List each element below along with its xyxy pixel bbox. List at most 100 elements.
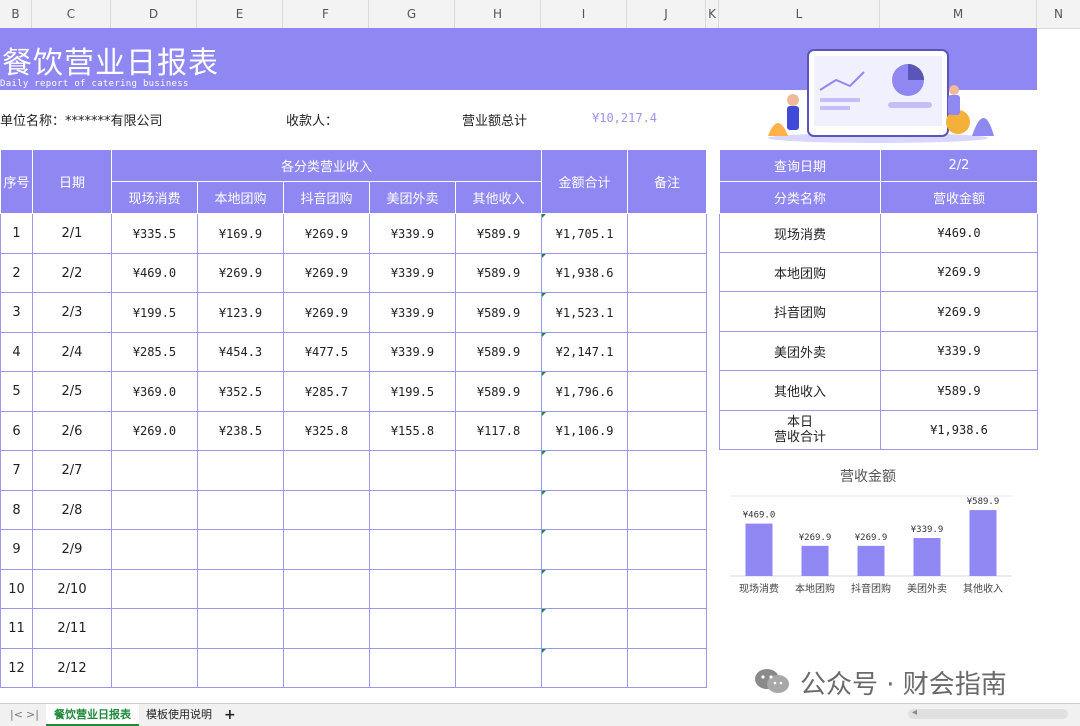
header-douyin-groupbuy[interactable]: 抖音团购: [283, 181, 370, 214]
row-category-value[interactable]: ¥285.5: [111, 332, 198, 372]
row-category-value[interactable]: ¥269.9: [283, 253, 370, 293]
col-header-l[interactable]: L: [719, 0, 880, 28]
row-category-value[interactable]: ¥117.8: [454, 411, 543, 451]
row-note[interactable]: [627, 529, 708, 570]
row-date[interactable]: 2/4: [32, 332, 112, 372]
row-index[interactable]: 10: [0, 569, 33, 609]
header-meituan-delivery[interactable]: 美团外卖: [369, 181, 456, 214]
row-date[interactable]: 2/10: [32, 569, 112, 609]
row-date[interactable]: 2/1: [32, 213, 112, 254]
chart-bar[interactable]: [857, 545, 885, 576]
row-category-value[interactable]: [454, 608, 543, 649]
header-other-income[interactable]: 其他收入: [454, 181, 543, 214]
row-index[interactable]: 2: [0, 253, 33, 293]
row-category-value[interactable]: [111, 529, 198, 570]
summary-category-name[interactable]: 本地团购: [719, 252, 881, 292]
row-category-value[interactable]: ¥155.8: [369, 411, 456, 451]
row-date[interactable]: 2/12: [32, 648, 112, 688]
row-index[interactable]: 6: [0, 411, 33, 451]
row-index[interactable]: 7: [0, 450, 33, 491]
row-amount-total[interactable]: [541, 648, 629, 688]
row-category-value[interactable]: ¥369.0: [111, 371, 198, 412]
row-category-value[interactable]: ¥589.9: [454, 253, 543, 293]
row-category-value[interactable]: [197, 490, 284, 530]
row-index[interactable]: 3: [0, 292, 33, 333]
row-category-value[interactable]: ¥199.5: [369, 371, 456, 412]
row-category-value[interactable]: [454, 648, 543, 688]
row-category-value[interactable]: [454, 450, 543, 491]
header-amount-total[interactable]: 金额合计: [541, 149, 629, 214]
row-category-value[interactable]: [197, 569, 284, 609]
col-header-k[interactable]: K: [706, 0, 719, 28]
row-amount-total[interactable]: [541, 608, 629, 649]
row-category-value[interactable]: ¥339.9: [369, 253, 456, 293]
sheet-tab-template-instructions[interactable]: 模板使用说明: [138, 704, 220, 726]
row-date[interactable]: 2/2: [32, 253, 112, 293]
query-date-value[interactable]: 2/2: [880, 149, 1038, 182]
col-header-b[interactable]: B: [0, 0, 32, 28]
row-category-value[interactable]: [369, 529, 456, 570]
col-header-j[interactable]: J: [627, 0, 706, 28]
row-category-value[interactable]: [111, 450, 198, 491]
header-index[interactable]: 序号: [0, 149, 33, 214]
summary-header-category[interactable]: 分类名称: [719, 181, 881, 214]
summary-header-amount[interactable]: 营收金额: [880, 181, 1038, 214]
row-category-value[interactable]: [369, 648, 456, 688]
row-category-value[interactable]: ¥269.9: [283, 292, 370, 333]
row-category-value[interactable]: [283, 608, 370, 649]
row-note[interactable]: [627, 411, 708, 451]
row-amount-total[interactable]: ¥1,523.1: [541, 292, 629, 333]
header-local-groupbuy[interactable]: 本地团购: [197, 181, 284, 214]
row-note[interactable]: [627, 371, 708, 412]
summary-category-amount[interactable]: ¥589.9: [880, 370, 1038, 411]
row-amount-total[interactable]: [541, 529, 629, 570]
row-amount-total[interactable]: ¥1,106.9: [541, 411, 629, 451]
summary-category-name[interactable]: 其他收入: [719, 370, 881, 411]
row-note[interactable]: [627, 213, 708, 254]
row-category-value[interactable]: [283, 529, 370, 570]
row-category-value[interactable]: ¥269.0: [111, 411, 198, 451]
summary-category-name[interactable]: 现场消费: [719, 213, 881, 253]
row-category-value[interactable]: [283, 490, 370, 530]
row-amount-total[interactable]: ¥1,705.1: [541, 213, 629, 254]
col-header-g[interactable]: G: [369, 0, 455, 28]
row-amount-total[interactable]: ¥2,147.1: [541, 332, 629, 372]
summary-total-amount[interactable]: ¥1,938.6: [880, 410, 1038, 450]
scroll-left-icon[interactable]: ◂: [912, 707, 917, 718]
chart-bar[interactable]: [801, 545, 829, 576]
col-header-e[interactable]: E: [197, 0, 283, 28]
row-index[interactable]: 11: [0, 608, 33, 649]
row-date[interactable]: 2/6: [32, 411, 112, 451]
row-category-value[interactable]: [111, 608, 198, 649]
row-date[interactable]: 2/9: [32, 529, 112, 570]
summary-category-amount[interactable]: ¥469.0: [880, 213, 1038, 253]
row-category-value[interactable]: ¥589.9: [454, 371, 543, 412]
row-category-value[interactable]: [111, 490, 198, 530]
last-sheet-nav-icon[interactable]: >|: [18, 704, 47, 726]
row-index[interactable]: 5: [0, 371, 33, 412]
summary-total-label[interactable]: 本日 营收合计: [719, 410, 881, 450]
row-index[interactable]: 12: [0, 648, 33, 688]
row-note[interactable]: [627, 253, 708, 293]
row-date[interactable]: 2/7: [32, 450, 112, 491]
row-amount-total[interactable]: [541, 490, 629, 530]
row-category-value[interactable]: ¥339.9: [369, 332, 456, 372]
row-category-value[interactable]: ¥339.9: [369, 213, 456, 254]
row-category-value[interactable]: ¥238.5: [197, 411, 284, 451]
add-sheet-button[interactable]: +: [216, 704, 244, 726]
col-header-c[interactable]: C: [32, 0, 111, 28]
row-note[interactable]: [627, 292, 708, 333]
row-category-value[interactable]: [283, 569, 370, 609]
row-category-value[interactable]: ¥325.8: [283, 411, 370, 451]
row-note[interactable]: [627, 569, 708, 609]
header-note[interactable]: 备注: [627, 149, 708, 214]
row-category-value[interactable]: [111, 569, 198, 609]
row-category-value[interactable]: ¥169.9: [197, 213, 284, 254]
row-index[interactable]: 1: [0, 213, 33, 254]
row-amount-total[interactable]: ¥1,796.6: [541, 371, 629, 412]
row-category-value[interactable]: ¥339.9: [369, 292, 456, 333]
row-category-value[interactable]: [369, 450, 456, 491]
horizontal-scrollbar[interactable]: [908, 709, 1068, 719]
row-category-value[interactable]: [369, 490, 456, 530]
row-category-value[interactable]: [197, 608, 284, 649]
